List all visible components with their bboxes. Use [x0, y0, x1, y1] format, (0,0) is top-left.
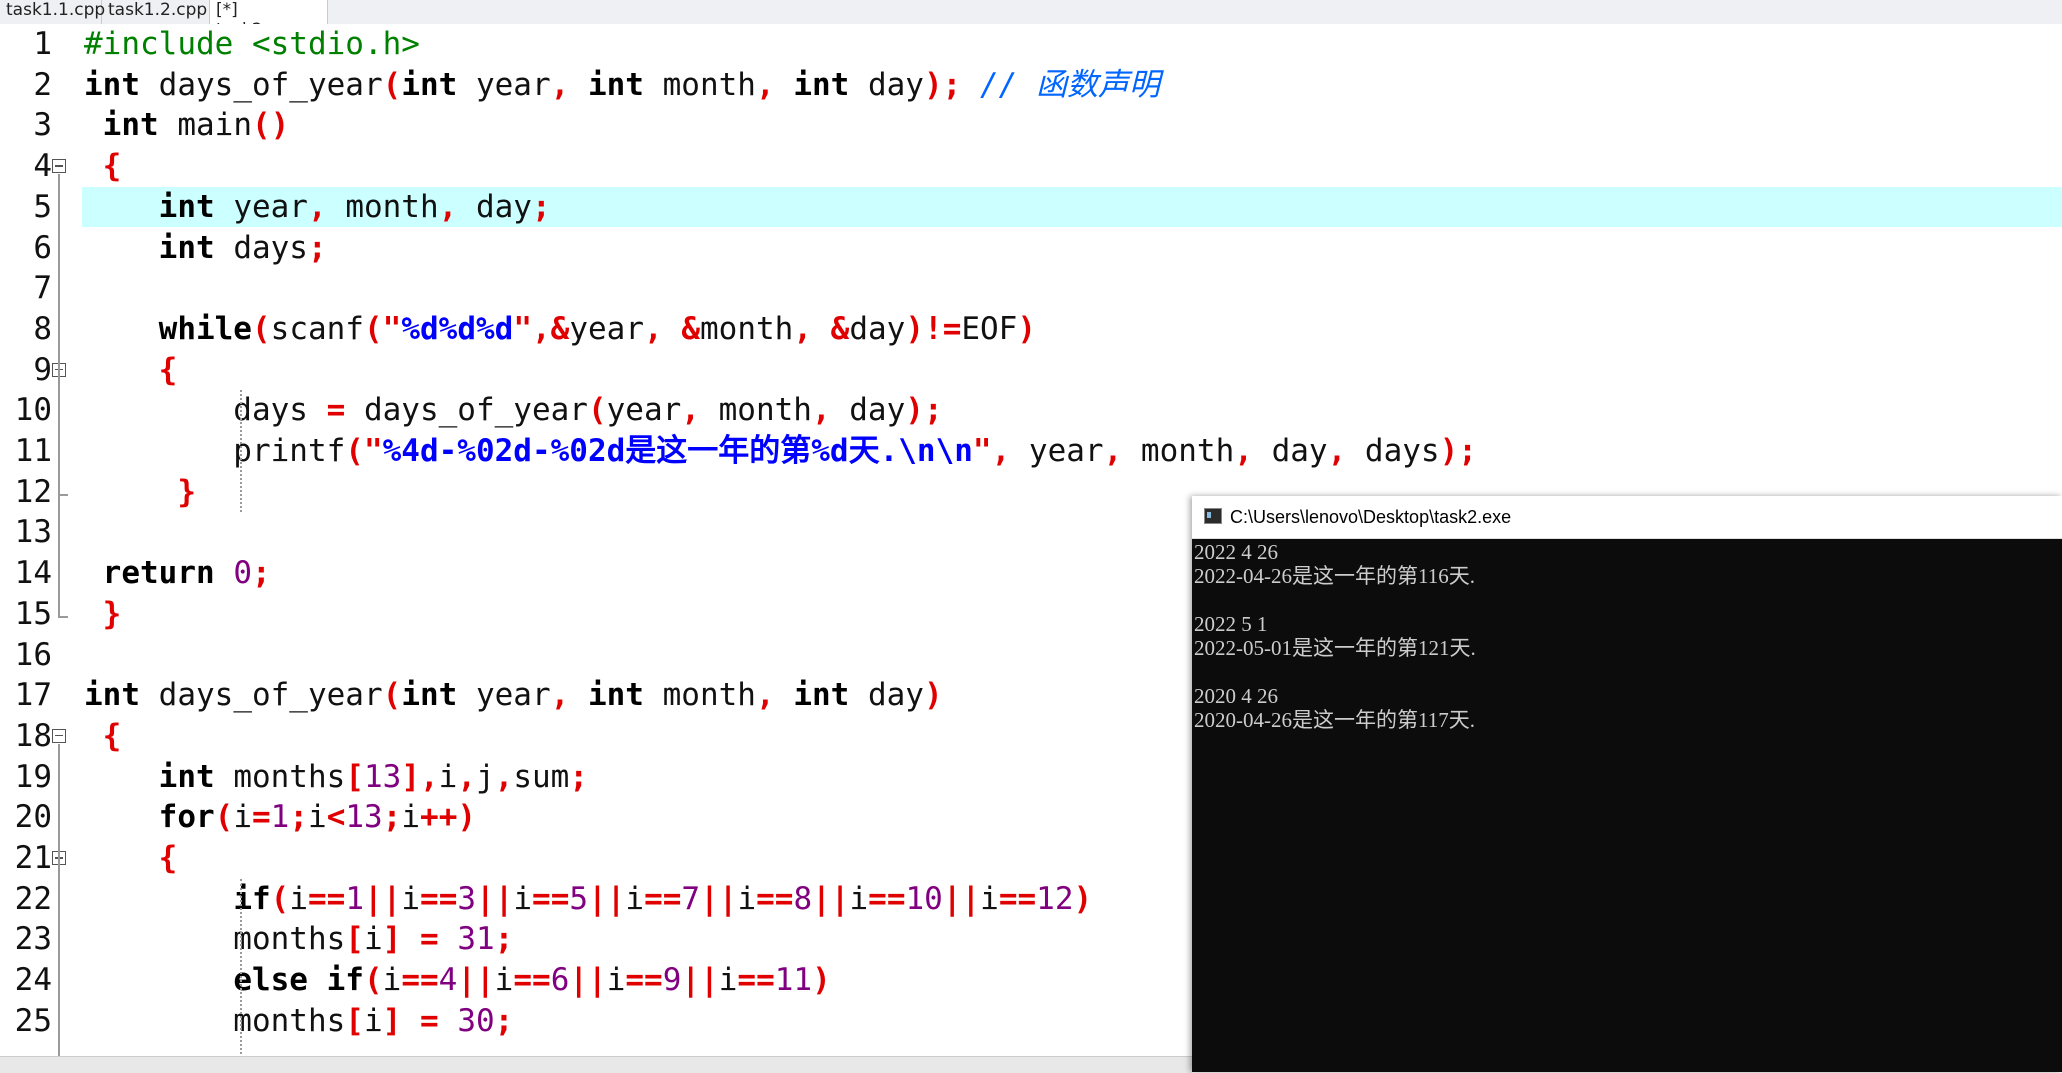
fold-end-tick	[58, 493, 68, 496]
code-line[interactable]: {	[84, 350, 178, 390]
code-line[interactable]: while(scanf("%d%d%d",&year, &month, &day…	[84, 309, 1036, 349]
horizontal-scrollbar[interactable]	[0, 1056, 1192, 1073]
code-line[interactable]: days = days_of_year(year, month, day);	[84, 390, 942, 430]
fold-toggle-icon[interactable]	[52, 728, 66, 743]
code-line[interactable]: int main()	[84, 105, 290, 145]
code-line[interactable]: int months[13],i,j,sum;	[84, 757, 588, 797]
code-line[interactable]: {	[84, 838, 178, 878]
line-number: 18	[14, 717, 52, 754]
code-line[interactable]: int days_of_year(int year, int month, in…	[84, 65, 1160, 105]
fold-toggle-icon[interactable]	[52, 159, 66, 174]
code-line[interactable]: months[i] = 31;	[84, 919, 513, 959]
code-line[interactable]: #include <stdio.h>	[84, 24, 420, 64]
code-line[interactable]: int year, month, day;	[84, 187, 551, 227]
tab-task1-2[interactable]: task1.2.cpp	[102, 0, 210, 24]
console-line: 2022 4 26	[1194, 540, 1278, 564]
line-number: 23	[14, 921, 52, 958]
line-number: 19	[14, 758, 52, 795]
line-number: 1	[33, 26, 52, 62]
tab-task1-1[interactable]: task1.1.cpp	[0, 0, 105, 24]
line-number: 15	[14, 595, 52, 632]
code-line[interactable]: else if(i==4||i==6||i==9||i==11)	[84, 960, 830, 1000]
line-number: 2	[33, 66, 52, 103]
console-output: 2022 4 26 2022-04-26是这一年的第116天. 2022 5 1 20…	[1192, 540, 2062, 732]
console-line: 2022-04-26是这一年的第116天.	[1194, 564, 1475, 588]
line-number: 14	[14, 555, 52, 592]
console-app-icon	[1204, 508, 1222, 524]
fold-end-tick	[58, 615, 68, 618]
line-number: 22	[14, 880, 52, 917]
line-number: 8	[33, 310, 52, 347]
line-number: 6	[33, 229, 52, 266]
code-line[interactable]: {	[84, 716, 122, 756]
console-line: 2022 5 1	[1194, 612, 1268, 636]
line-number: 25	[14, 1002, 52, 1039]
line-number: 16	[14, 636, 52, 673]
line-number: 5	[33, 188, 52, 225]
fold-line	[58, 377, 60, 494]
line-number: 17	[14, 677, 52, 714]
line-number: 11	[14, 433, 52, 469]
console-window[interactable]: C:\Users\lenovo\Desktop\task2.exe 2022 4…	[1192, 496, 2062, 1072]
console-line: 2020 4 26	[1194, 684, 1278, 708]
fold-line	[58, 866, 60, 1056]
code-line[interactable]: int days;	[84, 228, 327, 268]
tab-task2-active[interactable]: [*] task2.cpp	[210, 0, 328, 40]
console-title: C:\Users\lenovo\Desktop\task2.exe	[1230, 507, 1512, 527]
code-line[interactable]: {	[84, 146, 122, 186]
console-line: 2022-05-01是这一年的第121天.	[1194, 636, 1476, 660]
code-line[interactable]: }	[84, 594, 122, 634]
line-number: 21	[14, 840, 52, 876]
line-number: 24	[14, 962, 52, 999]
code-line[interactable]: for(i=1;i<13;i++)	[84, 797, 476, 837]
code-line[interactable]: return 0;	[84, 553, 271, 593]
indent-guide	[240, 878, 242, 1056]
console-titlebar[interactable]: C:\Users\lenovo\Desktop\task2.exe	[1192, 496, 2062, 539]
line-number: 9	[33, 351, 52, 388]
code-line[interactable]: }	[84, 472, 196, 512]
line-number: 7	[33, 270, 52, 307]
tab-bar: task1.1.cpp task1.2.cpp [*] task2.cpp	[0, 0, 2062, 40]
indent-guide	[240, 390, 242, 513]
line-number: 10	[14, 392, 52, 429]
line-number: 3	[33, 107, 52, 144]
code-line[interactable]: if(i==1||i==3||i==5||i==7||i==8||i==10||…	[84, 879, 1092, 919]
code-line[interactable]: int days_of_year(int year, int month, in…	[84, 675, 943, 715]
line-number: 12	[14, 473, 52, 510]
line-number-gutter: 1 2 3 4 5 6 7 8 9 10 11 12 13 14 15 16 17 18 19 20 21 22 23 24 2…	[0, 24, 80, 1056]
line-number: 4	[33, 148, 52, 185]
line-number: 20	[14, 799, 52, 836]
code-line[interactable]: months[i] = 30;	[84, 1001, 513, 1041]
line-number: 13	[14, 514, 52, 551]
console-line: 2020-04-26是这一年的第117天.	[1194, 708, 1475, 732]
code-line[interactable]: printf("%4d-%02d-%02d是这一年的第%d天.\n\n", ye…	[84, 431, 1477, 471]
